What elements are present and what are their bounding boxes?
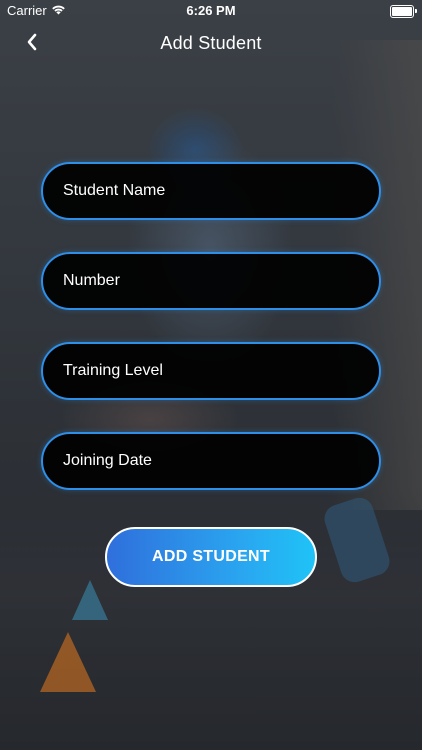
page-title: Add Student bbox=[160, 33, 262, 53]
add-student-screen: Carrier 6:26 PM Add Student Student Name… bbox=[0, 0, 422, 750]
student-name-field bbox=[41, 162, 381, 220]
number-field bbox=[41, 252, 381, 310]
status-bar: Carrier 6:26 PM bbox=[0, 0, 422, 22]
navigation-bar: Add Student bbox=[0, 24, 422, 64]
status-time: 6:26 PM bbox=[186, 3, 236, 18]
battery-icon bbox=[390, 5, 417, 18]
joining-date-field bbox=[41, 432, 381, 490]
battery-cap bbox=[415, 9, 417, 13]
joining-date-input[interactable] bbox=[63, 434, 353, 488]
battery-fill bbox=[392, 7, 412, 16]
training-level-input[interactable] bbox=[63, 344, 353, 398]
number-input[interactable] bbox=[63, 254, 353, 308]
add-student-button-label: ADD STUDENT bbox=[152, 548, 270, 565]
training-level-field bbox=[41, 342, 381, 400]
student-name-input[interactable] bbox=[63, 164, 353, 218]
add-student-button[interactable]: ADD STUDENT bbox=[105, 527, 317, 587]
